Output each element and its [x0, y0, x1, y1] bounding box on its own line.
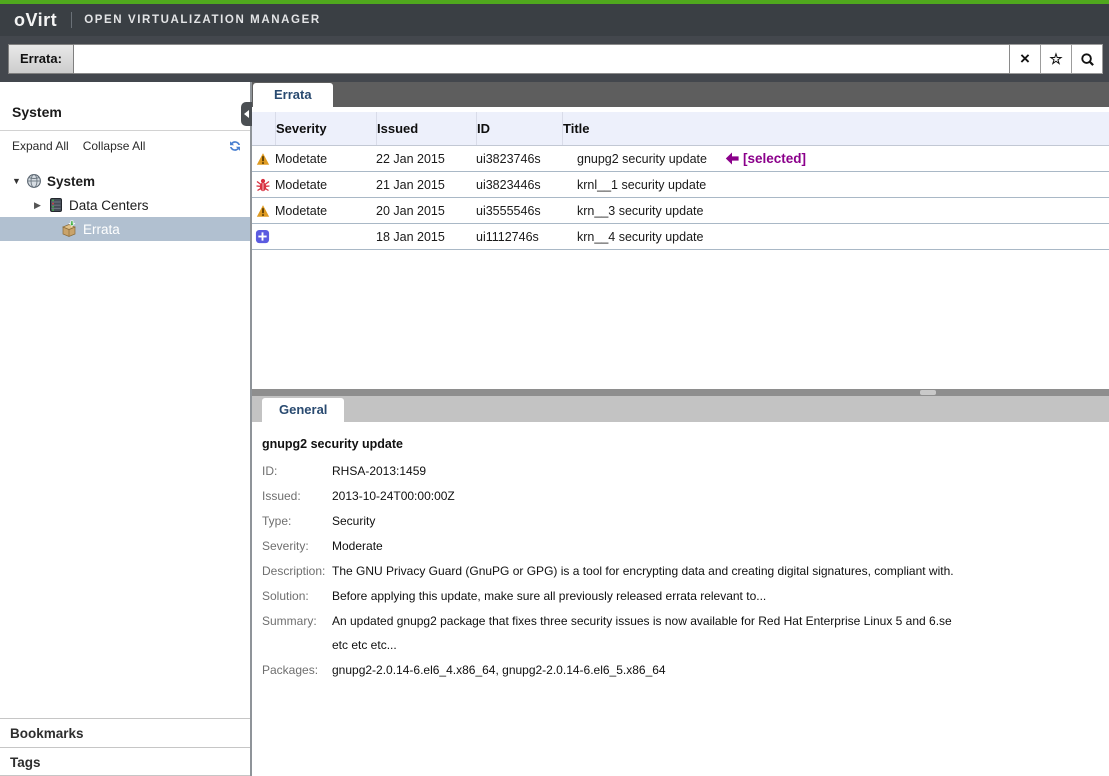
bookmark-search-button[interactable]: ☆ — [1041, 44, 1072, 74]
globe-icon — [26, 173, 42, 189]
tree-item-errata[interactable]: Errata — [0, 217, 250, 241]
id-cell: ui3823446s — [476, 178, 562, 192]
issued-cell: 22 Jan 2015 — [376, 152, 476, 166]
sidebar-header: System — [0, 82, 250, 131]
caret-down-icon[interactable]: ▼ — [12, 176, 24, 186]
erratum-title: gnupg2 security update — [262, 437, 1109, 451]
app-header: oVirt OPEN VIRTUALIZATION MANAGER — [0, 4, 1109, 36]
caret-right-icon[interactable]: ▶ — [34, 200, 46, 211]
id-cell: ui3823746s — [476, 152, 562, 166]
header-divider — [71, 12, 72, 28]
summary-continuation: etc etc etc... — [332, 638, 1109, 652]
tree-item-data-centers[interactable]: ▶ Data Centers — [0, 193, 250, 217]
horizontal-splitter[interactable] — [252, 389, 1109, 396]
tab-errata[interactable]: Errata — [253, 83, 333, 107]
id-cell: ui1112746s — [476, 230, 562, 244]
issued-cell: 21 Jan 2015 — [376, 178, 476, 192]
detail-field-summary: Summary: An updated gnupg2 package that … — [262, 614, 1109, 628]
issued-cell: 18 Jan 2015 — [376, 230, 476, 244]
splitter-grip-icon[interactable] — [920, 390, 936, 395]
collapse-all-link[interactable]: Collapse All — [83, 139, 146, 153]
search-bar: Errata: × ☆ — [0, 36, 1109, 82]
warning-icon — [255, 151, 271, 167]
main-panel: Errata Severity Issued ID Title Modetat — [252, 82, 1109, 776]
refresh-icon — [228, 139, 242, 153]
star-icon: ☆ — [1049, 50, 1062, 68]
detail-field-issued: Issued: 2013-10-24T00:00:00Z — [262, 489, 1109, 503]
system-tree: ▼ System ▶ — [0, 161, 250, 241]
product-name: OPEN VIRTUALIZATION MANAGER — [84, 14, 321, 26]
detail-field-solution: Solution: Before applying this update, m… — [262, 589, 1109, 603]
main-tabstrip: Errata — [252, 82, 1109, 107]
tree-item-label: Errata — [83, 222, 120, 237]
search-icon — [1080, 52, 1095, 67]
refresh-tree-button[interactable] — [228, 139, 242, 153]
chevron-left-icon — [244, 110, 249, 118]
tree-controls: Expand All Collapse All — [0, 131, 250, 161]
clear-search-button[interactable]: × — [1010, 44, 1041, 74]
id-cell: ui3555546s — [476, 204, 562, 218]
severity-cell: Modetate — [275, 152, 376, 166]
package-icon — [60, 220, 78, 238]
data-center-icon — [48, 197, 64, 213]
tags-panel-header[interactable]: Tags — [0, 747, 250, 776]
detail-field-type: Type: Security — [262, 514, 1109, 528]
detail-field-id: ID: RHSA-2013:1459 — [262, 464, 1109, 478]
detail-tabstrip: General — [252, 396, 1109, 422]
expand-all-link[interactable]: Expand All — [12, 139, 69, 153]
table-row[interactable]: Modetate 21 Jan 2015 ui3823446s krnl__1 … — [252, 172, 1109, 198]
tree-item-label: Data Centers — [69, 198, 149, 213]
clear-icon: × — [1020, 49, 1030, 69]
sidebar-collapse-handle[interactable] — [241, 102, 252, 126]
left-arrow-icon — [725, 152, 740, 165]
detail-field-description: Description: The GNU Privacy Guard (GnuP… — [262, 564, 1109, 578]
search-input[interactable] — [74, 44, 1010, 74]
severity-cell: Modetate — [275, 178, 376, 192]
column-header-severity[interactable]: Severity — [275, 112, 376, 145]
column-header-title[interactable]: Title — [562, 112, 1109, 145]
ovirt-logo: oVirt — [14, 10, 57, 31]
title-cell: krnl__1 security update — [562, 178, 1109, 192]
detail-field-severity: Severity: Moderate — [262, 539, 1109, 553]
warning-icon — [255, 203, 271, 219]
table-row[interactable]: Modetate 20 Jan 2015 ui3555546s krn__3 s… — [252, 198, 1109, 224]
severity-cell: Modetate — [275, 204, 376, 218]
system-tree-sidebar: System Expand All Collapse All ▼ — [0, 82, 252, 776]
bookmarks-panel-header[interactable]: Bookmarks — [0, 718, 250, 747]
table-row[interactable]: Modetate 22 Jan 2015 ui3823746s gnupg2 s… — [252, 146, 1109, 172]
general-detail-panel: gnupg2 security update ID: RHSA-2013:145… — [252, 422, 1109, 776]
tree-item-label: System — [47, 174, 95, 189]
column-header-issued[interactable]: Issued — [376, 112, 476, 145]
title-cell: gnupg2 security update [selected] — [562, 151, 1109, 166]
column-header-id[interactable]: ID — [476, 112, 562, 145]
title-cell: krn__4 security update — [562, 230, 1109, 244]
issued-cell: 20 Jan 2015 — [376, 204, 476, 218]
tree-item-system[interactable]: ▼ System — [0, 169, 250, 193]
detail-field-packages: Packages: gnupg2-2.0.14-6.el6_4.x86_64, … — [262, 663, 1109, 677]
table-row[interactable]: 18 Jan 2015 ui1112746s krn__4 security u… — [252, 224, 1109, 250]
tab-general[interactable]: General — [262, 398, 344, 422]
errata-table: Severity Issued ID Title Modetate 22 Jan… — [252, 107, 1109, 389]
sidebar-bottom-panels: Bookmarks Tags — [0, 718, 250, 776]
errata-table-header: Severity Issued ID Title — [252, 112, 1109, 146]
sidebar-title: System — [12, 104, 62, 120]
bug-icon — [255, 177, 271, 193]
plus-icon — [255, 229, 270, 244]
run-search-button[interactable] — [1072, 44, 1103, 74]
severity-icon-column-header — [252, 112, 275, 145]
selected-row-marker: [selected] — [725, 151, 806, 166]
search-scope-button[interactable]: Errata: — [8, 44, 74, 74]
title-cell: krn__3 security update — [562, 204, 1109, 218]
